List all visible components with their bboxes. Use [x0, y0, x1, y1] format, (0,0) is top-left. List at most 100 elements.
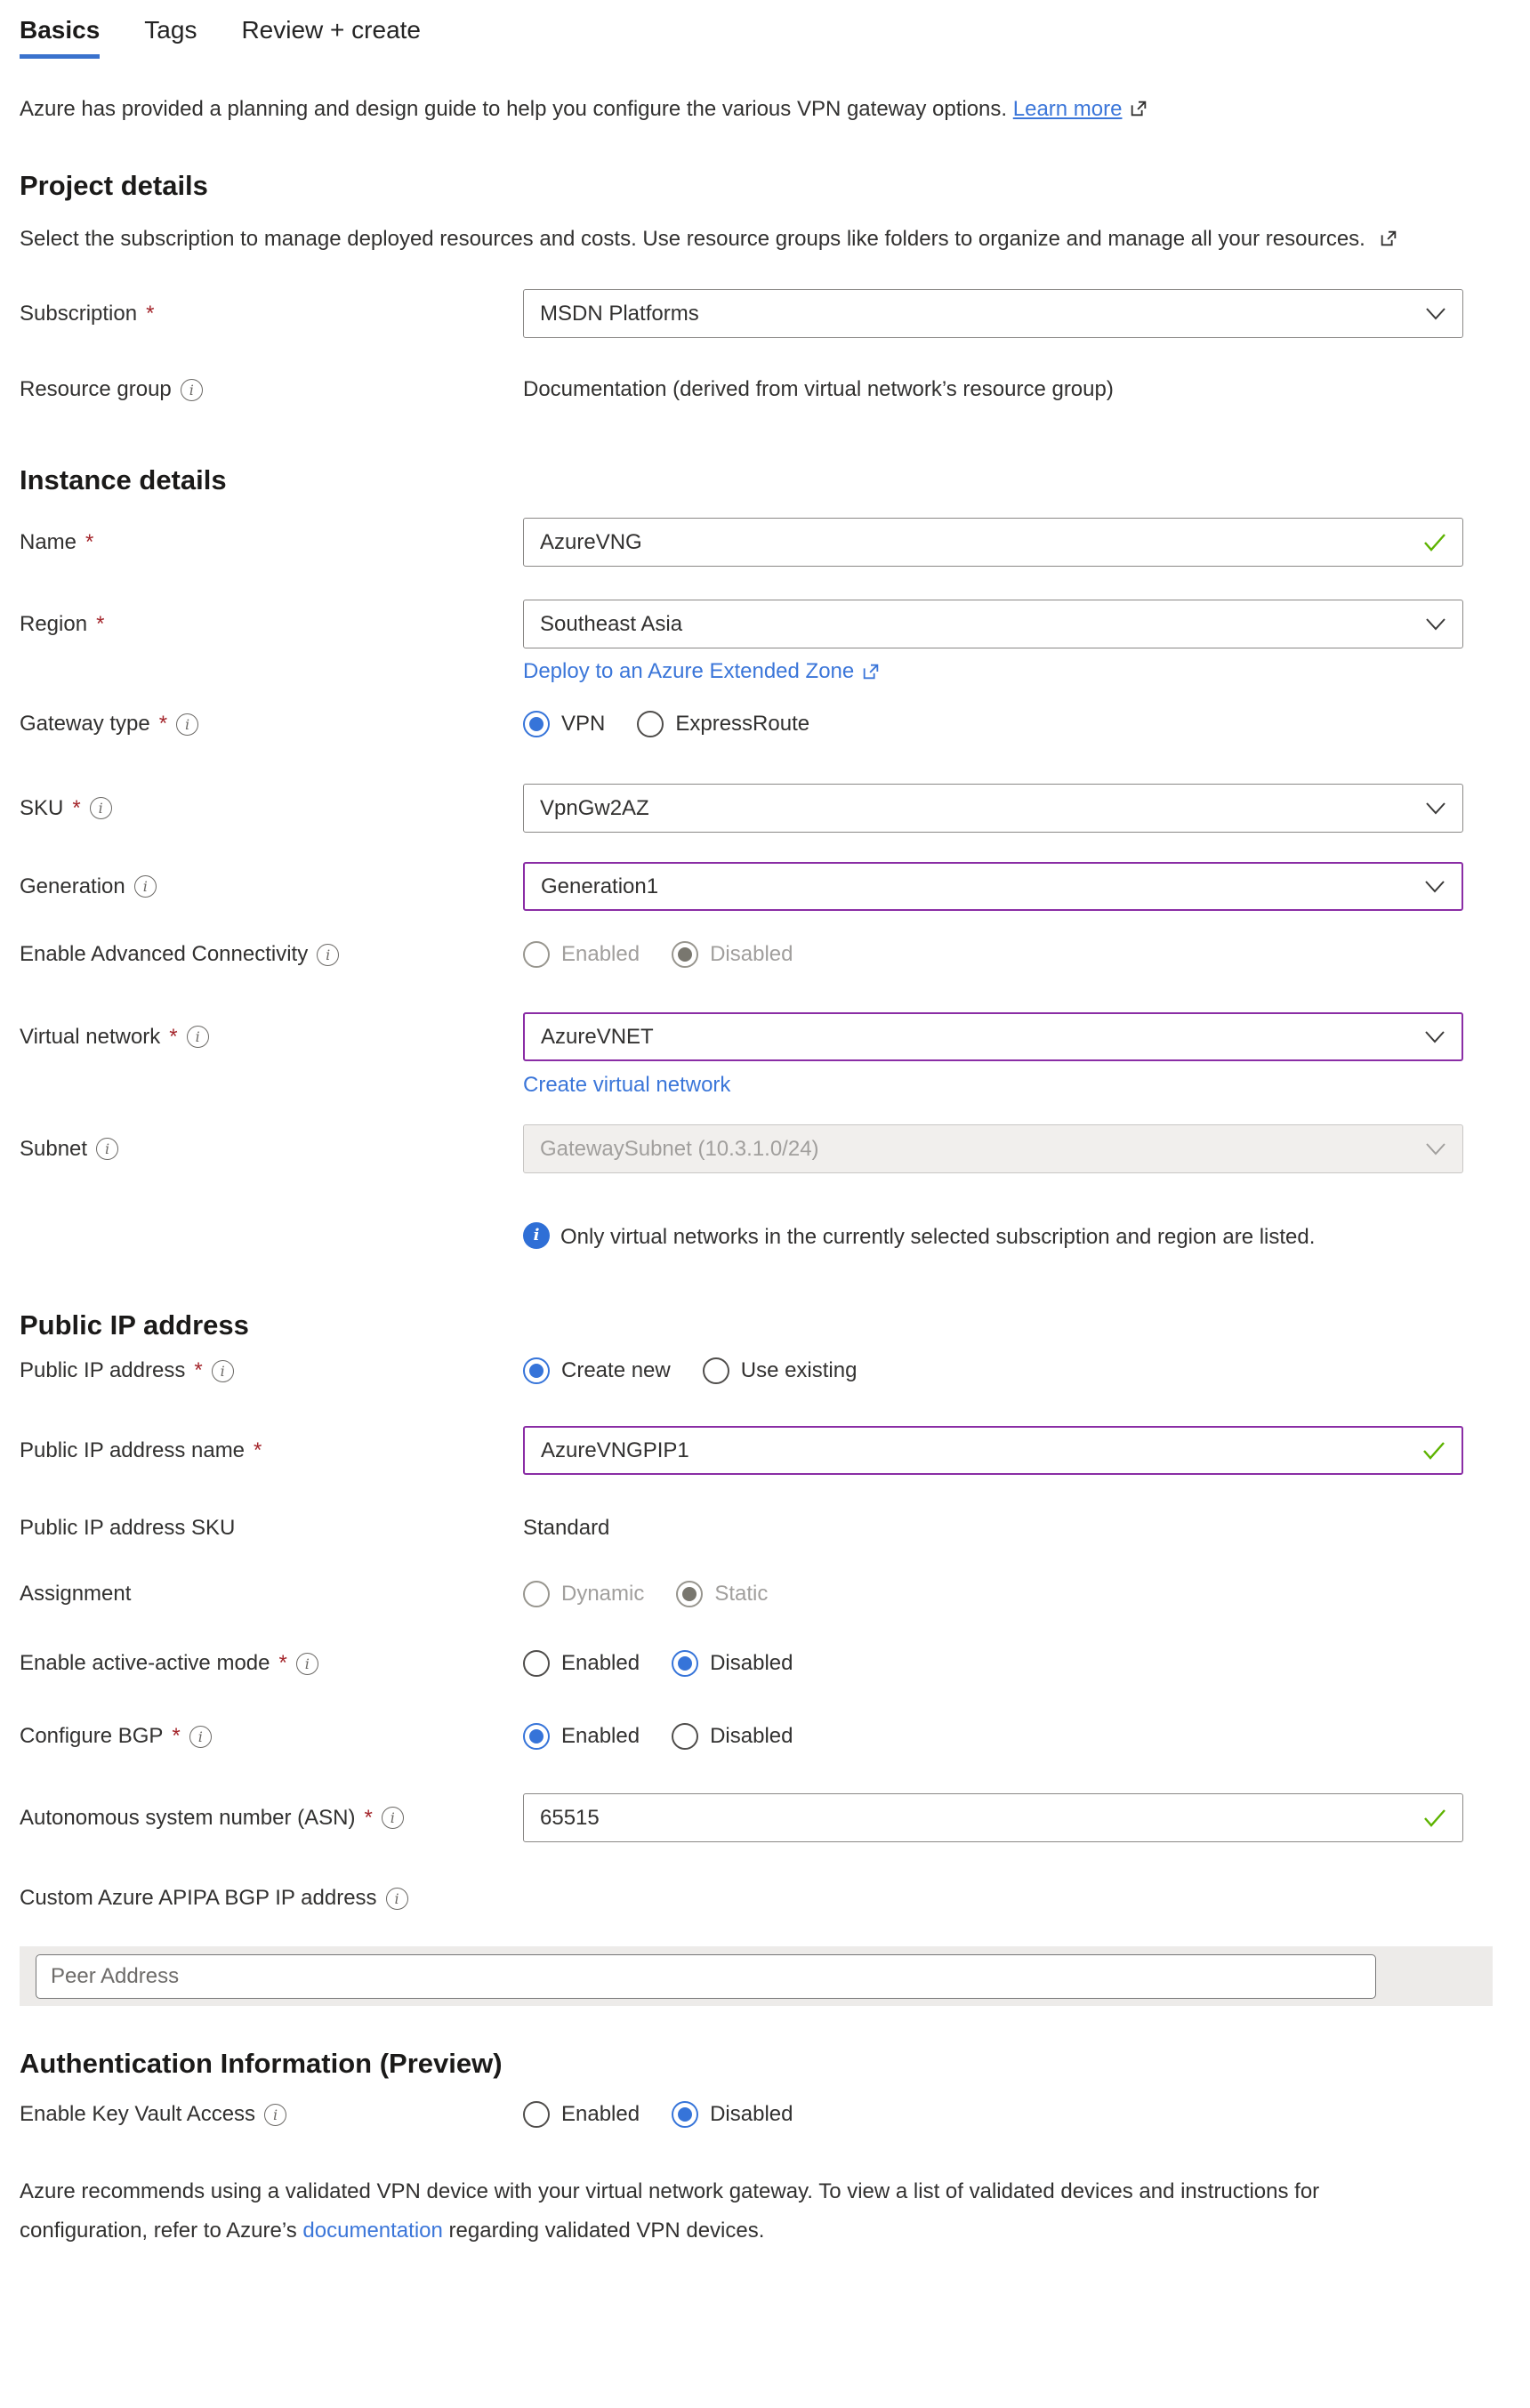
- key-vault-radio-group: Enabled Disabled: [523, 2101, 825, 2128]
- info-icon[interactable]: [212, 1360, 234, 1382]
- resource-group-value: Documentation (derived from virtual netw…: [523, 377, 1114, 402]
- info-icon[interactable]: [134, 875, 157, 898]
- active-active-label: Enable active-active mode *: [20, 1651, 523, 1676]
- radio-option-static: Static: [676, 1581, 768, 1607]
- radio-kv-enabled[interactable]: [523, 2101, 550, 2128]
- name-field-box: [523, 518, 1463, 567]
- vnet-filter-note: Only virtual networks in the currently s…: [523, 1222, 1494, 1252]
- configure-bgp-row: Configure BGP * Enabled Disabled: [20, 1723, 1494, 1750]
- active-active-row: Enable active-active mode * Enabled Disa…: [20, 1650, 1494, 1677]
- external-link-icon: [1379, 229, 1398, 248]
- assignment-radio-group: Dynamic Static: [523, 1581, 800, 1607]
- subnet-row: Subnet GatewaySubnet (10.3.1.0/24): [20, 1124, 1494, 1173]
- radio-option-bgp-disabled[interactable]: Disabled: [672, 1723, 793, 1750]
- info-icon[interactable]: [96, 1138, 118, 1160]
- info-icon[interactable]: [382, 1807, 404, 1829]
- public-ip-name-input[interactable]: [541, 1438, 1412, 1463]
- radio-bgp-disabled[interactable]: [672, 1723, 698, 1750]
- radio-option-kv-enabled[interactable]: Enabled: [523, 2101, 640, 2128]
- radio-create-new[interactable]: [523, 1357, 550, 1384]
- intro-text: Azure has provided a planning and design…: [20, 94, 1494, 125]
- subnet-label: Subnet: [20, 1137, 523, 1162]
- create-virtual-network-row: Create virtual network: [523, 1073, 1494, 1098]
- advanced-connectivity-label: Enable Advanced Connectivity: [20, 942, 523, 967]
- assignment-label: Assignment: [20, 1582, 523, 1607]
- radio-aa-enabled[interactable]: [523, 1650, 550, 1677]
- external-link-icon: [1129, 99, 1148, 118]
- create-vpn-gateway-basics-form: Basics Tags Review + create Azure has pr…: [0, 0, 1530, 2251]
- public-ip-name-label: Public IP address name *: [20, 1438, 523, 1463]
- radio-static: [676, 1581, 703, 1607]
- required-asterisk: *: [85, 530, 93, 555]
- resource-group-label: Resource group: [20, 377, 523, 402]
- project-details-description: Select the subscription to manage deploy…: [20, 220, 1407, 259]
- radio-option-bgp-enabled[interactable]: Enabled: [523, 1723, 640, 1750]
- documentation-link[interactable]: documentation: [302, 2219, 442, 2243]
- radio-kv-disabled[interactable]: [672, 2101, 698, 2128]
- info-icon[interactable]: [181, 379, 203, 401]
- external-link-icon: [861, 662, 881, 681]
- radio-bgp-enabled[interactable]: [523, 1723, 550, 1750]
- public-ip-heading: Public IP address: [20, 1309, 1494, 1341]
- radio-aa-disabled[interactable]: [672, 1650, 698, 1677]
- required-asterisk: *: [364, 1806, 372, 1831]
- public-ip-sku-value: Standard: [523, 1516, 609, 1541]
- authentication-heading: Authentication Information (Preview): [20, 2048, 1494, 2080]
- radio-option-aa-disabled[interactable]: Disabled: [672, 1650, 793, 1677]
- info-icon[interactable]: [296, 1653, 318, 1675]
- region-select[interactable]: Southeast Asia: [523, 600, 1463, 648]
- asn-field-box: [523, 1793, 1463, 1842]
- info-filled-icon: [523, 1222, 550, 1249]
- tab-review-create[interactable]: Review + create: [241, 16, 421, 59]
- radio-option-vpn[interactable]: VPN: [523, 711, 605, 737]
- deploy-extended-zone-link[interactable]: Deploy to an Azure Extended Zone: [523, 659, 854, 684]
- info-icon[interactable]: [264, 2104, 286, 2126]
- radio-option-create-new[interactable]: Create new: [523, 1357, 671, 1384]
- sku-select[interactable]: VpnGw2AZ: [523, 784, 1463, 833]
- radio-dynamic: [523, 1581, 550, 1607]
- tab-basics[interactable]: Basics: [20, 16, 100, 59]
- radio-option-kv-disabled[interactable]: Disabled: [672, 2101, 793, 2128]
- radio-vpn[interactable]: [523, 711, 550, 737]
- radio-use-existing[interactable]: [703, 1357, 729, 1384]
- configure-bgp-radio-group: Enabled Disabled: [523, 1723, 825, 1750]
- virtual-network-select[interactable]: AzureVNET: [523, 1012, 1463, 1061]
- public-ip-mode-label: Public IP address *: [20, 1358, 523, 1383]
- name-input[interactable]: [540, 530, 1413, 555]
- configure-bgp-label: Configure BGP *: [20, 1724, 523, 1749]
- name-label: Name *: [20, 530, 523, 555]
- public-ip-mode-row: Public IP address * Create new Use exist…: [20, 1357, 1494, 1384]
- tab-tags-label: Tags: [144, 16, 197, 44]
- chevron-down-icon: [1425, 308, 1446, 320]
- info-icon[interactable]: [317, 944, 339, 966]
- sku-label: SKU *: [20, 796, 523, 821]
- radio-option-aa-enabled[interactable]: Enabled: [523, 1650, 640, 1677]
- info-icon[interactable]: [176, 713, 198, 736]
- sku-row: SKU * VpnGw2AZ: [20, 784, 1494, 833]
- info-icon[interactable]: [90, 797, 112, 819]
- radio-option-use-existing[interactable]: Use existing: [703, 1357, 858, 1384]
- info-icon[interactable]: [386, 1888, 408, 1910]
- peer-address-band: [20, 1946, 1493, 2006]
- name-row: Name *: [20, 518, 1494, 567]
- learn-more-link[interactable]: Learn more: [1013, 97, 1123, 121]
- radio-expressroute[interactable]: [637, 711, 664, 737]
- asn-label: Autonomous system number (ASN) *: [20, 1806, 523, 1831]
- peer-address-input[interactable]: [36, 1954, 1376, 1999]
- chevron-down-icon: [1424, 881, 1445, 893]
- subscription-select[interactable]: MSDN Platforms: [523, 289, 1463, 338]
- validated-devices-note: Azure recommends using a validated VPN d…: [20, 2172, 1354, 2251]
- generation-select[interactable]: Generation1: [523, 862, 1463, 911]
- tab-tags[interactable]: Tags: [144, 16, 197, 59]
- info-icon[interactable]: [189, 1726, 212, 1748]
- gateway-type-row: Gateway type * VPN ExpressRoute: [20, 711, 1494, 737]
- info-icon[interactable]: [187, 1026, 209, 1048]
- chevron-down-icon: [1425, 618, 1446, 631]
- valid-check-icon: [1422, 1441, 1445, 1461]
- apipa-row: Custom Azure APIPA BGP IP address: [20, 1886, 1494, 1911]
- create-virtual-network-link[interactable]: Create virtual network: [523, 1073, 730, 1098]
- instance-details-heading: Instance details: [20, 464, 1494, 496]
- radio-option-expressroute[interactable]: ExpressRoute: [637, 711, 809, 737]
- required-asterisk: *: [169, 1025, 177, 1050]
- asn-input[interactable]: [540, 1806, 1413, 1831]
